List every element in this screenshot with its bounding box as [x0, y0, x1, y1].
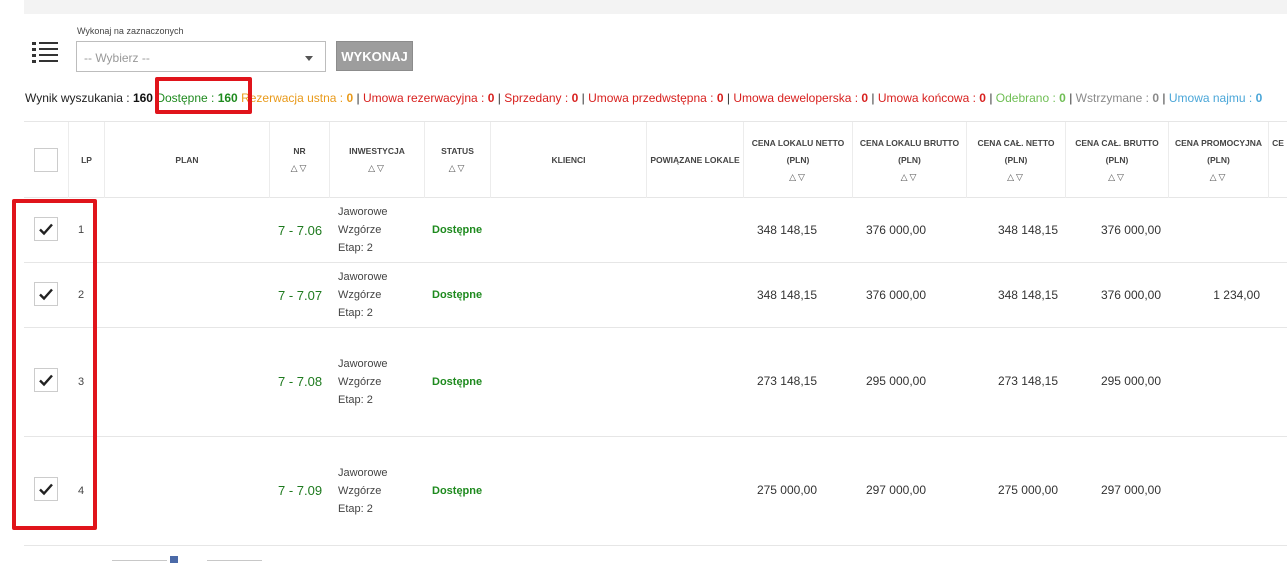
header-cena-cal-netto[interactable]: CENA CAŁ. NETTO (PLN) △▽ [967, 122, 1066, 198]
table-row: 4 7 - 7.09 Jaworowe Wzgórze Etap: 2 Dostęp… [24, 437, 1287, 546]
row-nr[interactable]: 7 - 7.07 [278, 288, 322, 303]
header-nr[interactable]: NR △▽ [270, 122, 330, 198]
row-cena-netto: 348 148,15 [756, 288, 817, 302]
table-row: 2 7 - 7.07 Jaworowe Wzgórze Etap: 2 Dostęp… [24, 263, 1287, 328]
highlight-dostepne [155, 77, 252, 114]
row-status: Dostępne [432, 376, 483, 388]
status-filter-sprzedany[interactable]: Sprzedany : 0 [504, 91, 578, 105]
row-cena-cal-netto: 348 148,15 [997, 288, 1058, 302]
table-row: 1 7 - 7.06 Jaworowe Wzgórze Etap: 2 Dostęp… [24, 198, 1287, 263]
row-cena-cal-brutto: 376 000,00 [1100, 288, 1161, 302]
header-powiazane-lokale: POWIĄZANE LOKALE [647, 122, 744, 198]
status-filter-rezerwacja-ustna[interactable]: Rezerwacja ustna : 0 [241, 91, 353, 105]
select-value: -- Wybierz -- [84, 51, 150, 65]
header-cena-promocyjna[interactable]: CENA PROMOCYJNA (PLN) △▽ [1169, 122, 1269, 198]
separator: | [989, 91, 993, 105]
row-cena-cal-brutto: 297 000,00 [1100, 483, 1161, 497]
chevron-down-icon [305, 56, 313, 61]
row-cena-cal-netto: 275 000,00 [997, 483, 1058, 497]
separator: | [726, 91, 730, 105]
sort-icon[interactable]: △▽ [789, 172, 807, 183]
row-cena-cal-brutto: 295 000,00 [1100, 374, 1161, 388]
header-lp: LP [69, 122, 105, 198]
header-status[interactable]: STATUS △▽ [425, 122, 491, 198]
row-cena-netto: 275 000,00 [756, 483, 817, 497]
status-filter-wstrzymane[interactable]: Wstrzymane : 0 [1076, 91, 1159, 105]
row-inwestycja: Jaworowe Wzgórze Etap: 2 [338, 271, 388, 319]
row-cena-netto: 348 148,15 [756, 223, 817, 237]
row-cena-brutto: 295 000,00 [865, 374, 926, 388]
status-filter-umowa-koncowa[interactable]: Umowa końcowa : 0 [878, 91, 986, 105]
row-inwestycja: Jaworowe Wzgórze Etap: 2 [338, 206, 388, 254]
footer-logo [112, 555, 262, 565]
sort-icon[interactable]: △▽ [901, 172, 919, 183]
row-status: Dostępne [432, 224, 483, 236]
row-nr[interactable]: 7 - 7.09 [278, 483, 322, 498]
bulk-action-select[interactable]: -- Wybierz -- [76, 41, 326, 72]
row-cena-cal-netto: 348 148,15 [997, 223, 1058, 237]
header-cena-cal-brutto[interactable]: CENA CAŁ. BRUTTO (PLN) △▽ [1066, 122, 1169, 198]
separator: | [1069, 91, 1073, 105]
separator: | [356, 91, 360, 105]
header-cena-brutto[interactable]: CENA LOKALU BRUTTO (PLN) △▽ [853, 122, 967, 198]
sort-icon[interactable]: △▽ [291, 163, 309, 174]
row-status: Dostępne [432, 485, 483, 497]
row-nr[interactable]: 7 - 7.06 [278, 223, 322, 238]
status-filter-umowa-rezerwacyjna[interactable]: Umowa rezerwacyjna : 0 [363, 91, 494, 105]
row-cena-brutto: 376 000,00 [865, 288, 926, 302]
row-inwestycja: Jaworowe Wzgórze Etap: 2 [338, 358, 388, 406]
status-filter-umowa-przedwstepna[interactable]: Umowa przedwstępna : 0 [588, 91, 723, 105]
top-bar [24, 0, 1287, 14]
header-klienci: KLIENCI [491, 122, 647, 198]
header-cena-netto[interactable]: CENA LOKALU NETTO (PLN) △▽ [744, 122, 853, 198]
sort-icon[interactable]: △▽ [1007, 172, 1025, 183]
status-filter-umowa-deweloperska[interactable]: Umowa deweloperska : 0 [733, 91, 868, 105]
header-cut-column: CE [1272, 138, 1284, 148]
separator: | [581, 91, 585, 105]
status-filter-umowa-najmu[interactable]: Umowa najmu : 0 [1169, 91, 1262, 105]
status-filter-odebrano[interactable]: Odebrano : 0 [996, 91, 1066, 105]
separator: | [497, 91, 501, 105]
row-cena-promocyjna: 1 234,00 [1213, 288, 1260, 302]
row-cena-netto: 273 148,15 [756, 374, 817, 388]
row-status: Dostępne [432, 289, 483, 301]
row-cena-brutto: 376 000,00 [865, 223, 926, 237]
table-row: 3 7 - 7.08 Jaworowe Wzgórze Etap: 2 Dostęp… [24, 328, 1287, 437]
row-cena-cal-netto: 273 148,15 [997, 374, 1058, 388]
table-header: LP PLAN NR △▽ INWESTYCJA △▽ STATUS △▽ KLIEN… [24, 121, 1287, 198]
select-all-checkbox[interactable] [34, 148, 58, 172]
list-view-icon[interactable] [32, 42, 58, 63]
sort-icon[interactable]: △▽ [368, 163, 386, 174]
highlight-checkboxes [12, 199, 97, 530]
execute-button[interactable]: WYKONAJ [336, 41, 413, 71]
row-nr[interactable]: 7 - 7.08 [278, 374, 322, 389]
row-cena-cal-brutto: 376 000,00 [1100, 223, 1161, 237]
sort-icon[interactable]: △▽ [1210, 172, 1228, 183]
header-select-all-cell [24, 122, 69, 198]
row-inwestycja: Jaworowe Wzgórze Etap: 2 [338, 467, 388, 515]
separator: | [1162, 91, 1166, 105]
row-cena-brutto: 297 000,00 [865, 483, 926, 497]
bulk-action-label: Wykonaj na zaznaczonych [77, 26, 184, 36]
sort-icon[interactable]: △▽ [1108, 172, 1126, 183]
sort-icon[interactable]: △▽ [449, 163, 467, 174]
summary-total: Wynik wyszukania : 160 [25, 91, 153, 105]
header-inwestycja[interactable]: INWESTYCJA △▽ [330, 122, 425, 198]
separator: | [871, 91, 875, 105]
header-plan: PLAN [105, 122, 270, 198]
